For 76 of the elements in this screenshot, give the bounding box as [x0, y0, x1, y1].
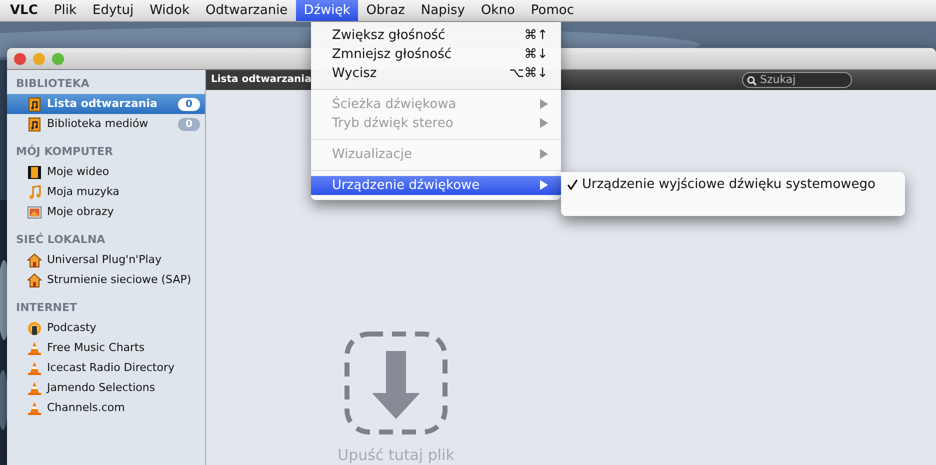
- picture-icon: [27, 204, 42, 220]
- menu-item-label: Tryb dźwięk stereo: [332, 114, 454, 133]
- playlist-icon: [27, 116, 42, 132]
- item-label: Moje obrazy: [47, 204, 115, 220]
- menu-bar-item[interactable]: VLC: [2, 0, 46, 21]
- shortcut-label: ⌘↑: [524, 26, 548, 45]
- menu-bar-item[interactable]: Odtwarzanie: [198, 0, 296, 21]
- count-badge: 0: [178, 118, 200, 130]
- sidebar-item[interactable]: Biblioteka mediów 0: [7, 114, 205, 134]
- item-label: Free Music Charts: [47, 340, 146, 356]
- submenu-arrow-icon: [540, 118, 548, 128]
- traffic-cone-icon: [27, 340, 42, 356]
- submenu-arrow-icon: [540, 180, 548, 190]
- menu-item-label: Urządzenie wyjściowe dźwięku systemowego: [582, 176, 876, 194]
- minimize-button[interactable]: [33, 52, 45, 64]
- submenu-arrow-icon: [540, 99, 548, 110]
- music-note-icon: [27, 184, 42, 200]
- item-label: Podcasty: [47, 320, 98, 336]
- menu-item-label: Zmniejsz głośność: [332, 46, 453, 64]
- menu-bar-item[interactable]: Napisy: [412, 0, 473, 21]
- menu-item-label: Zwiększ głośność: [332, 26, 446, 45]
- count-badge: 0: [178, 98, 200, 110]
- item-label: Biblioteka mediów: [47, 116, 150, 132]
- sidebar-item[interactable]: Jamendo Selections: [7, 378, 205, 398]
- sidebar-item[interactable]: Channels.com: [7, 398, 205, 418]
- item-label: Icecast Radio Directory: [47, 360, 176, 376]
- search-field[interactable]: Szukaj: [742, 72, 852, 88]
- item-label: Moje wideo: [47, 164, 110, 180]
- podcast-icon: [27, 320, 42, 336]
- traffic-cone-icon: [27, 360, 42, 376]
- sidebar-item[interactable]: Universal Plug'n'Play: [7, 250, 205, 270]
- item-label: Jamendo Selections: [47, 380, 156, 396]
- shortcut-label: ⌘↓: [524, 46, 548, 64]
- menu-item[interactable]: Urządzenie dźwiękowe: [311, 176, 561, 195]
- menu-item[interactable]: Zwiększ głośność ⌘↑: [311, 26, 561, 45]
- shortcut-label: ⌥⌘↓: [509, 64, 548, 83]
- film-icon: [27, 164, 42, 180]
- submenu-arrow-icon: [540, 149, 548, 160]
- sidebar-item[interactable]: Lista odtwarzania 0: [7, 94, 205, 114]
- playlist-icon: [27, 96, 42, 112]
- sidebar-item[interactable]: Moje obrazy: [7, 202, 205, 222]
- sidebar-item[interactable]: Icecast Radio Directory: [7, 358, 205, 378]
- sidebar-item[interactable]: Moja muzyka: [7, 182, 205, 202]
- traffic-cone-icon: [27, 400, 42, 416]
- menu-item-label: Ścieżka dźwiękowa: [332, 95, 458, 114]
- sidebar-item[interactable]: Podcasty: [7, 318, 205, 338]
- zoom-button[interactable]: [52, 52, 64, 64]
- menu-bar-item[interactable]: Obraz: [358, 0, 413, 21]
- house-icon: [27, 272, 42, 288]
- drop-hint: Upuść tutaj plik: [338, 447, 454, 463]
- menu-bar-item[interactable]: Edytuj: [84, 0, 142, 21]
- section-heading: INTERNET: [15, 300, 78, 316]
- house-icon: [27, 252, 42, 268]
- item-label: Lista odtwarzania: [47, 96, 158, 112]
- menu-bar-item[interactable]: Dźwięk: [296, 0, 358, 21]
- sidebar-item[interactable]: Strumienie sieciowe (SAP): [7, 270, 205, 290]
- item-label: Strumienie sieciowe (SAP): [47, 272, 192, 288]
- close-button[interactable]: [14, 52, 26, 64]
- menu-bar-item[interactable]: Plik: [46, 0, 84, 21]
- section-heading: BIBLIOTEKA: [15, 76, 90, 92]
- menu-item-label: Wycisz: [332, 64, 378, 83]
- item-label: Channels.com: [47, 400, 126, 416]
- menu-bar-item[interactable]: Pomoc: [522, 0, 582, 21]
- section-heading: MÓJ KOMPUTER: [15, 144, 114, 160]
- item-label: Moja muzyka: [47, 184, 120, 200]
- section-heading: SIEĆ LOKALNA: [15, 232, 106, 248]
- sidebar-item[interactable]: Moje wideo: [7, 162, 205, 182]
- sidebar-item[interactable]: Free Music Charts: [7, 338, 205, 358]
- menu-item[interactable]: Urządzenie wyjściowe dźwięku systemowego: [561, 175, 905, 195]
- menu-item-label: Urządzenie dźwiękowe: [332, 176, 481, 195]
- traffic-cone-icon: [27, 380, 42, 396]
- menu-item-label: Wizualizacje: [332, 146, 413, 164]
- item-label: Universal Plug'n'Play: [47, 252, 163, 268]
- menu-bar-item[interactable]: Widok: [142, 0, 198, 21]
- menu-item[interactable]: Zmniejsz głośność ⌘↓: [311, 45, 561, 64]
- menu-bar-item[interactable]: Okno: [472, 0, 523, 21]
